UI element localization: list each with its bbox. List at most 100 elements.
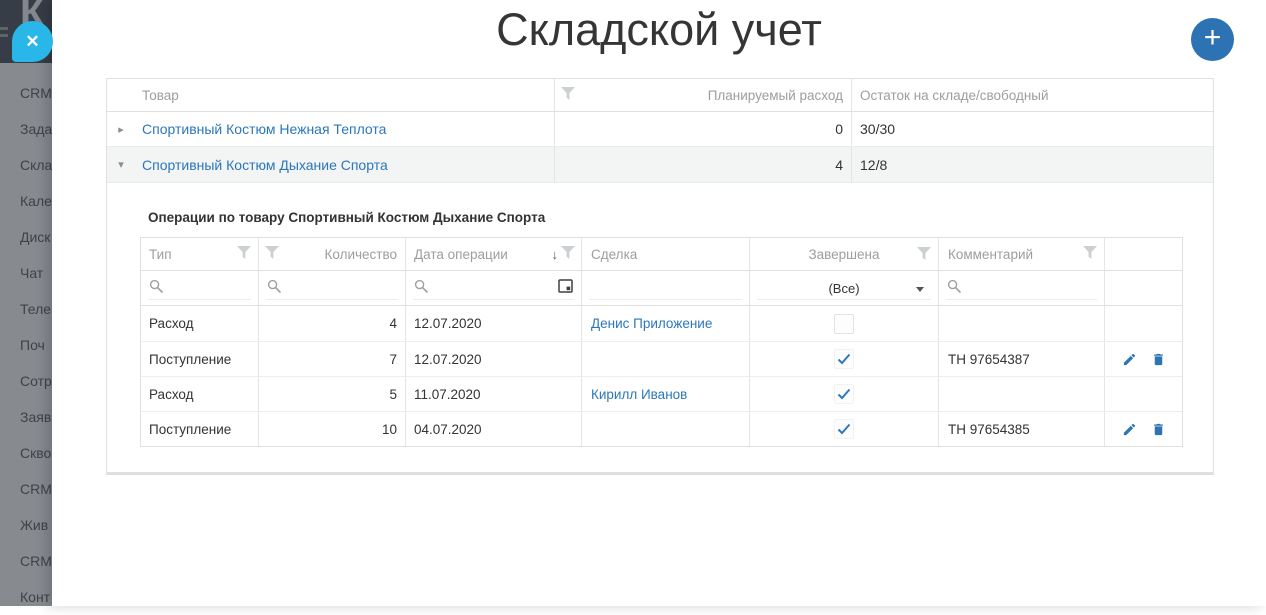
close-icon: ✕ [25,32,39,52]
op-actions [1104,342,1182,376]
delete-button[interactable] [1151,352,1166,367]
product-row-expanded: ▾ Спортивный Костюм Дыхание Спорта 4 12/… [107,146,1213,182]
op-actions [1104,412,1182,446]
operation-row: Поступление 7 12.07.2020 ТН 97654387 [141,341,1182,376]
op-comment [938,377,1104,411]
sidebar-item-feed[interactable]: Жив [0,507,52,543]
product-row: ▸ Спортивный Костюм Нежная Теплота 0 30/… [107,112,1213,146]
operations-title: Операции по товару Спортивный Костюм Дых… [148,210,545,225]
sidebar-item-telephony[interactable]: Теле [0,291,52,327]
detail-section: Операции по товару Спортивный Костюм Дых… [107,182,1213,472]
operation-row: Расход 4 12.07.2020 Денис Приложение [141,306,1182,341]
filter-funnel-icon[interactable] [561,87,575,103]
operations-grid: Тип Количество Дата операции ↓ [140,237,1183,447]
edit-button[interactable] [1122,352,1137,367]
search-icon [414,279,428,298]
filter-actions-cell [1104,271,1182,305]
add-button[interactable]: + [1191,18,1234,61]
product-link[interactable]: Спортивный Костюм Дыхание Спорта [142,157,388,173]
column-header-actions [1104,238,1182,270]
op-actions [1104,377,1182,411]
sidebar-item-mail[interactable]: Поч [0,327,52,363]
sidebar-item-calendar[interactable]: Кале [0,183,52,219]
column-header-comment[interactable]: Комментарий [938,238,1104,270]
sort-desc-icon: ↓ [552,247,559,262]
expand-column-header [107,79,135,111]
done-checkbox-checked[interactable] [834,384,854,404]
plus-icon: + [1204,23,1222,53]
delete-button[interactable] [1151,422,1166,437]
expand-row-icon[interactable]: ▸ [107,112,135,146]
search-icon [267,279,281,298]
filter-input-type[interactable] [141,271,258,305]
operation-row: Расход 5 11.07.2020 Кирилл Иванов [141,376,1182,411]
page-title: Складской учет [52,4,1266,56]
product-link[interactable]: Спортивный Костюм Нежная Теплота [142,121,386,137]
stock-value: 12/8 [851,147,1213,182]
products-grid: Товар Планируемый расход Остаток на скла… [106,78,1214,475]
op-comment [938,306,1104,341]
done-checkbox-checked[interactable] [834,419,854,439]
sidebar-item-crm3[interactable]: CRM [0,543,52,579]
deal-link[interactable]: Кирилл Иванов [591,387,687,402]
column-header-planned[interactable]: Планируемый расход [554,79,851,111]
filter-input-qty[interactable] [258,271,405,305]
op-qty: 4 [258,306,405,341]
op-date: 12.07.2020 [405,342,581,376]
hamburger-menu-icon[interactable] [0,27,8,41]
done-checkbox-unchecked[interactable] [834,314,854,334]
op-actions [1104,306,1182,341]
filter-select-done[interactable]: (Все) [749,271,938,305]
calendar-icon[interactable] [558,278,573,298]
edit-button[interactable] [1122,422,1137,437]
column-header-product[interactable]: Товар [135,79,554,111]
op-qty: 5 [258,377,405,411]
op-type: Расход [141,306,258,341]
column-header-deal[interactable]: Сделка [581,238,749,270]
filter-input-deal[interactable] [581,271,749,305]
sidebar-item-disk[interactable]: Диск [0,219,52,255]
sidebar-item-warehouse[interactable]: Скла [0,147,52,183]
column-header-stock[interactable]: Остаток на складе/свободный [851,79,1213,111]
op-type: Поступление [141,412,258,446]
sidebar-item-crm[interactable]: CRM [0,75,52,111]
column-header-date[interactable]: Дата операции ↓ [405,238,581,270]
column-header-done[interactable]: Завершена [749,238,938,270]
op-date: 11.07.2020 [405,377,581,411]
op-date: 04.07.2020 [405,412,581,446]
op-deal [581,342,749,376]
search-icon [149,279,163,298]
op-qty: 10 [258,412,405,446]
filter-input-comment[interactable] [938,271,1104,305]
column-header-qty[interactable]: Количество [258,238,405,270]
done-checkbox-checked[interactable] [834,349,854,369]
sidebar: CRM Зада Скла Кале Диск Чат Теле Поч Сот… [0,63,52,606]
filter-funnel-icon[interactable] [561,246,575,262]
collapse-row-icon[interactable]: ▾ [107,147,135,182]
stock-value: 30/30 [851,112,1213,146]
op-comment: ТН 97654385 [938,412,1104,446]
filter-funnel-icon[interactable] [917,247,931,263]
sidebar-item-chat[interactable]: Чат [0,255,52,291]
op-type: Расход [141,377,258,411]
sidebar-item-contacts[interactable]: Конт [0,579,52,615]
search-icon [947,279,961,298]
sidebar-item-requests[interactable]: Заяв [0,399,52,435]
sidebar-item-analytics[interactable]: Скво [0,435,52,471]
sidebar-item-employees[interactable]: Сотр [0,363,52,399]
sidebar-item-crm2[interactable]: CRM [0,471,52,507]
filter-funnel-icon[interactable] [237,246,251,262]
filter-input-date[interactable] [405,271,581,305]
products-header-row: Товар Планируемый расход Остаток на скла… [107,79,1213,112]
operations-header-row: Тип Количество Дата операции ↓ [141,238,1182,270]
column-header-type[interactable]: Тип [141,238,258,270]
operation-row: Поступление 10 04.07.2020 ТН 97654385 [141,411,1182,446]
dropdown-caret-icon [916,287,924,292]
close-button[interactable]: ✕ [12,21,53,62]
filter-funnel-icon[interactable] [1083,246,1097,262]
op-date: 12.07.2020 [405,306,581,341]
sidebar-item-tasks[interactable]: Зада [0,111,52,147]
operations-filter-row: (Все) [141,270,1182,306]
filter-funnel-icon[interactable] [265,246,279,262]
deal-link[interactable]: Денис Приложение [591,316,712,331]
